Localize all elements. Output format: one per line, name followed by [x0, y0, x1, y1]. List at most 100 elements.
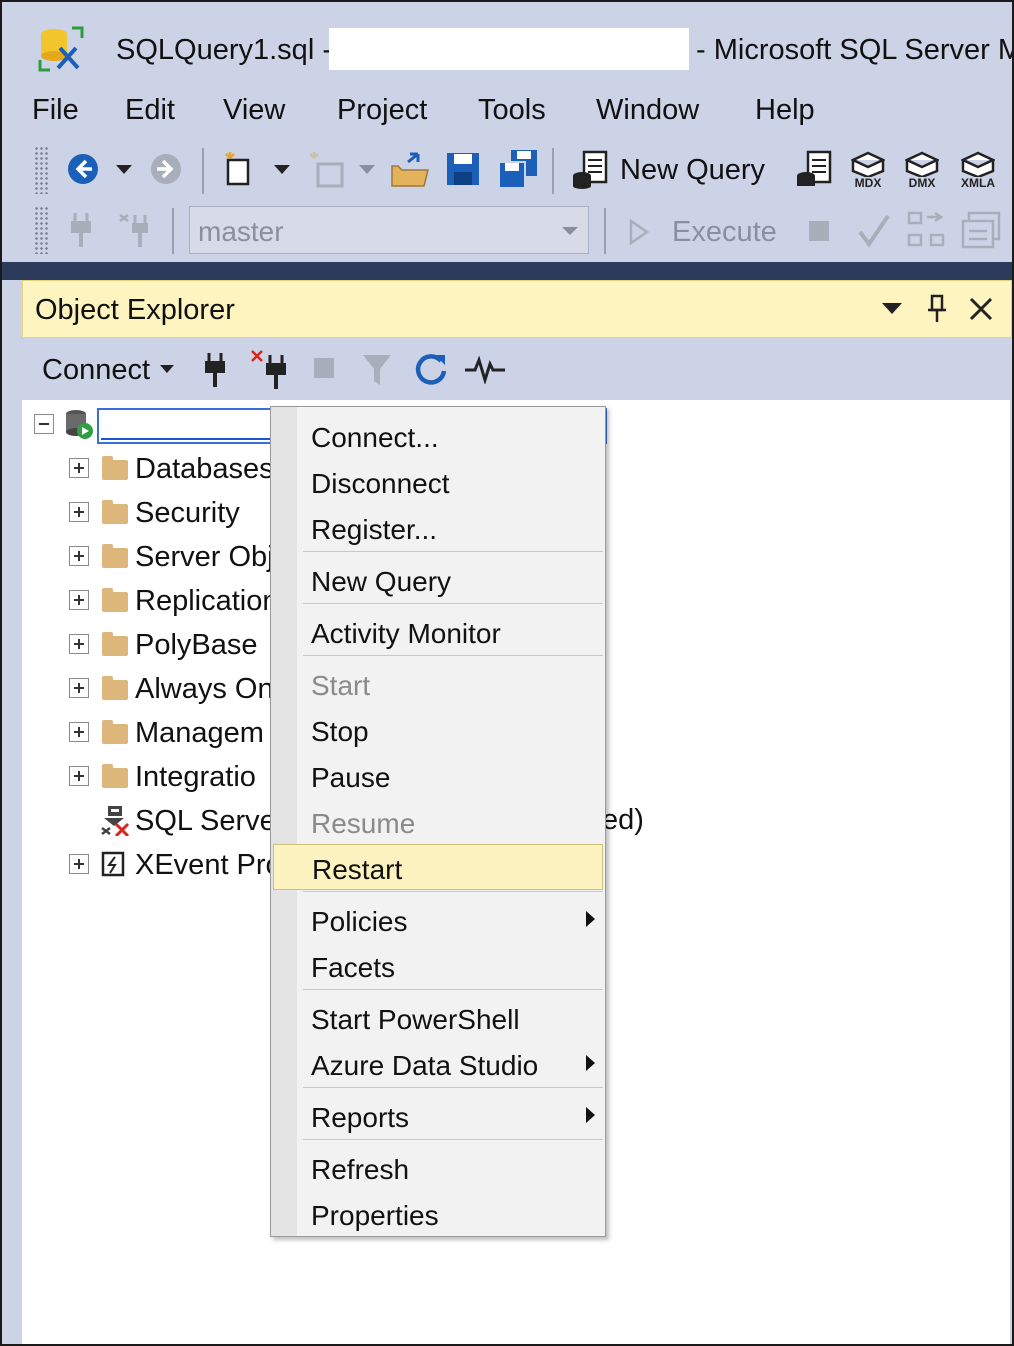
menu-edit[interactable]: Edit — [125, 94, 175, 127]
folder-icon — [102, 588, 128, 612]
back-dropdown-icon[interactable] — [114, 160, 134, 180]
connect-plug-icon[interactable] — [64, 210, 98, 250]
menu-file[interactable]: File — [32, 94, 79, 127]
folder-icon — [102, 544, 128, 568]
menu-item-label: Refresh — [311, 1154, 410, 1185]
menu-item-policies[interactable]: Policies — [271, 897, 605, 943]
menu-item-label: Resume — [311, 808, 416, 839]
menu-item-stop[interactable]: Stop — [271, 707, 605, 753]
connect-plug-icon[interactable] — [200, 350, 230, 390]
close-icon[interactable] — [967, 295, 995, 323]
chevron-down-icon[interactable] — [158, 362, 176, 376]
window-position-dropdown-icon[interactable] — [881, 301, 903, 317]
menu-item-disconnect[interactable]: Disconnect — [271, 459, 605, 505]
save-all-icon[interactable] — [496, 148, 540, 190]
display-estimated-plan-icon[interactable] — [906, 210, 946, 250]
collapse-icon[interactable] — [34, 414, 54, 434]
expand-icon[interactable] — [69, 722, 89, 742]
menu-view[interactable]: View — [223, 94, 285, 127]
menu-item-azure-data-studio[interactable]: Azure Data Studio — [271, 1041, 605, 1087]
disconnect-icon[interactable] — [250, 348, 290, 390]
menu-item-label: Facets — [311, 952, 396, 983]
menu-separator — [303, 551, 603, 552]
toolbar-grip[interactable] — [34, 206, 48, 254]
change-connection-icon[interactable] — [116, 210, 156, 250]
dmx-query-icon[interactable]: DMX — [902, 148, 942, 192]
menu-item-pause[interactable]: Pause — [271, 753, 605, 799]
new-project-icon[interactable] — [220, 150, 260, 188]
server-context-menu: Connect... Disconnect Register... New Qu… — [270, 406, 606, 1237]
ssms-window: SQLQuery1.sql - - Microsoft SQL Server M… — [0, 0, 1014, 1346]
expand-icon[interactable] — [69, 546, 89, 566]
menu-item-refresh[interactable]: Refresh — [271, 1145, 605, 1191]
menu-item-new-query[interactable]: New Query — [271, 557, 605, 603]
menu-item-start-powershell[interactable]: Start PowerShell — [271, 995, 605, 1041]
expand-icon[interactable] — [69, 458, 89, 478]
new-query-button[interactable]: New Query — [620, 154, 765, 187]
back-icon[interactable] — [66, 152, 100, 186]
execute-play-icon[interactable] — [626, 216, 652, 248]
tree-label: Integratio — [135, 761, 256, 793]
menu-item-label: Pause — [311, 762, 391, 793]
forward-icon[interactable] — [149, 152, 183, 186]
new-query-icon[interactable] — [570, 148, 612, 190]
menu-help[interactable]: Help — [755, 94, 815, 127]
menu-item-register[interactable]: Register... — [271, 505, 605, 551]
expand-icon[interactable] — [69, 634, 89, 654]
available-databases-select[interactable]: master — [189, 206, 589, 254]
add-item-dropdown-icon[interactable] — [357, 160, 377, 180]
menu-item-connect[interactable]: Connect... — [271, 413, 605, 459]
menu-separator — [303, 1139, 603, 1140]
menu-item-label: Policies — [311, 906, 408, 937]
toolbar-grip[interactable] — [34, 146, 48, 194]
mdx-query-icon[interactable]: MDX — [848, 148, 888, 192]
expand-icon[interactable] — [69, 766, 89, 786]
chevron-down-icon — [562, 227, 578, 235]
menu-item-activity-monitor[interactable]: Activity Monitor — [271, 609, 605, 655]
xmla-query-icon[interactable]: XMLA — [956, 148, 1000, 192]
menu-item-label: Activity Monitor — [311, 618, 501, 649]
menu-item-label: Restart — [312, 854, 403, 885]
menu-separator — [303, 655, 603, 656]
database-engine-query-icon[interactable] — [794, 148, 836, 190]
filter-icon[interactable] — [360, 352, 394, 388]
menu-item-properties[interactable]: Properties — [271, 1191, 605, 1237]
activity-monitor-icon[interactable] — [464, 352, 506, 386]
folder-icon — [102, 632, 128, 656]
expand-icon[interactable] — [69, 678, 89, 698]
expand-icon[interactable] — [69, 502, 89, 522]
new-project-dropdown-icon[interactable] — [272, 160, 292, 180]
menu-window[interactable]: Window — [596, 94, 699, 127]
menu-item-label: Azure Data Studio — [311, 1050, 539, 1081]
xevent-profiler-icon — [100, 850, 126, 878]
open-file-icon[interactable] — [388, 148, 430, 190]
submenu-arrow-icon — [586, 1055, 595, 1071]
menu-item-restart[interactable]: Restart — [273, 844, 603, 890]
database-select-value: master — [198, 216, 284, 247]
menu-item-label: Start PowerShell — [311, 1004, 520, 1035]
menu-item-facets[interactable]: Facets — [271, 943, 605, 989]
execute-button[interactable]: Execute — [672, 216, 777, 249]
menu-tools[interactable]: Tools — [478, 94, 546, 127]
cancel-query-stop-icon[interactable] — [806, 218, 832, 244]
save-icon[interactable] — [444, 150, 482, 188]
connect-dropdown-button[interactable]: Connect — [42, 354, 150, 387]
menu-item-label: Disconnect — [311, 468, 450, 499]
tree-label: Managem — [135, 717, 264, 749]
pin-icon[interactable] — [925, 293, 949, 325]
menu-item-label: Register... — [311, 514, 438, 545]
stop-icon[interactable] — [312, 356, 336, 380]
add-item-icon[interactable] — [304, 150, 348, 190]
parse-checkmark-icon[interactable] — [854, 210, 894, 250]
tree-label: SQL Serve — [135, 805, 276, 837]
menu-item-reports[interactable]: Reports — [271, 1093, 605, 1139]
window-title: SQLQuery1.sql - — [116, 34, 332, 66]
menu-project[interactable]: Project — [337, 94, 427, 127]
query-options-icon[interactable] — [960, 210, 1002, 250]
refresh-icon[interactable] — [412, 350, 450, 388]
expand-icon[interactable] — [69, 590, 89, 610]
tree-label: Databases — [135, 453, 274, 485]
workspace-background — [2, 262, 1012, 280]
expand-icon[interactable] — [69, 854, 89, 874]
folder-icon — [102, 500, 128, 524]
